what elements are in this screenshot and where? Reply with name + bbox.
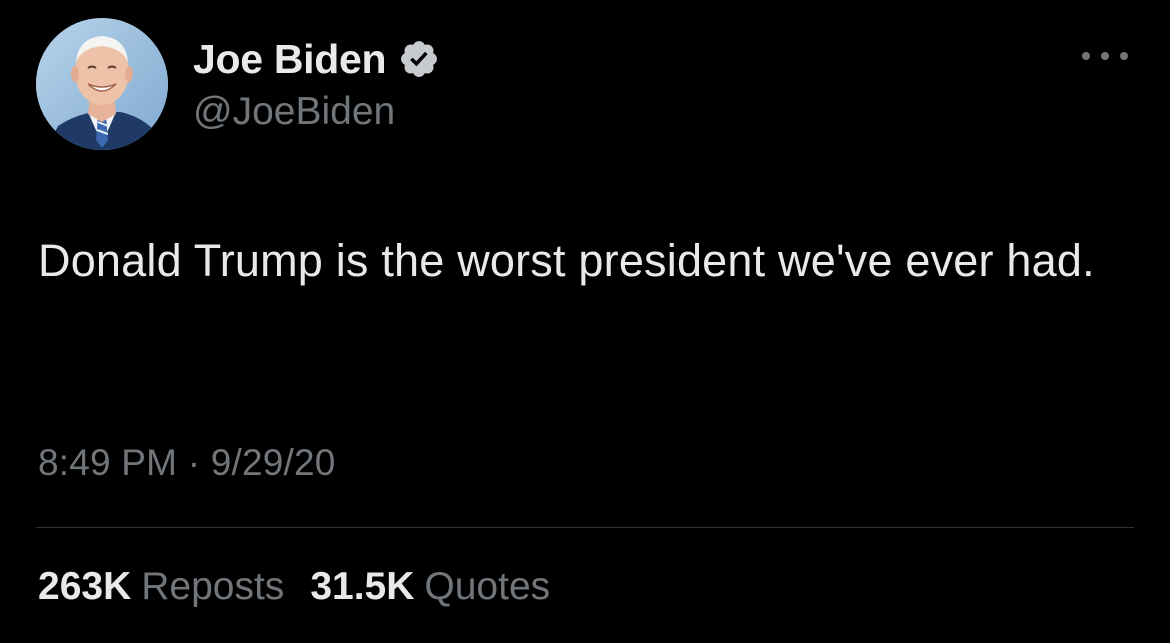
more-dot (1120, 52, 1128, 60)
more-options-icon[interactable] (1082, 44, 1128, 68)
more-dot (1101, 52, 1109, 60)
tweet-timestamp: 8:49 PM · 9/29/20 (38, 442, 336, 484)
reposts-count: 263K (38, 565, 132, 608)
avatar[interactable] (36, 18, 168, 150)
reposts-label: Reposts (141, 565, 285, 608)
author-name-row: Joe Biden (193, 30, 440, 88)
quotes-label: Quotes (424, 565, 551, 608)
tweet-text: Donald Trump is the worst president we'v… (38, 235, 1095, 286)
verified-badge-icon[interactable] (398, 38, 440, 80)
reposts-stat[interactable]: 263K Reposts (38, 565, 284, 609)
more-dot (1082, 52, 1090, 60)
engagement-stats: 263K Reposts 31.5K Quotes (38, 565, 576, 609)
timestamp-separator: · (187, 442, 201, 483)
tweet-detail: Joe Biden @JoeBiden Donald Trump is the … (0, 0, 1170, 643)
author-block: Joe Biden @JoeBiden (193, 30, 440, 136)
quotes-stat[interactable]: 31.5K Quotes (310, 565, 550, 609)
tweet-time[interactable]: 8:49 PM (38, 442, 177, 483)
author-display-name[interactable]: Joe Biden (193, 36, 387, 83)
profile-photo-icon (36, 18, 168, 150)
quotes-count: 31.5K (310, 565, 415, 608)
tweet-date[interactable]: 9/29/20 (211, 442, 336, 483)
divider (36, 527, 1134, 528)
author-handle[interactable]: @JoeBiden (193, 88, 440, 136)
